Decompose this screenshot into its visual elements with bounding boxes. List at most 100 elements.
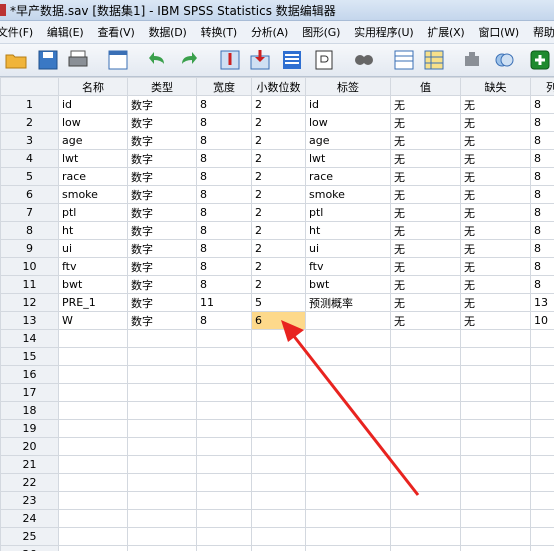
grid-cell[interactable] (251, 545, 306, 551)
grid-cell[interactable] (196, 329, 252, 348)
print-button[interactable] (66, 48, 90, 72)
grid-cell[interactable]: 数字 (127, 239, 197, 258)
grid-cell[interactable]: 8 (530, 275, 554, 294)
grid-cell[interactable]: 5 (251, 293, 306, 312)
grid-cell[interactable] (127, 455, 197, 474)
grid-cell[interactable] (530, 419, 554, 438)
column-header-7[interactable]: 列 (530, 77, 554, 96)
row-number[interactable]: 3 (0, 131, 59, 150)
save-button[interactable] (36, 48, 60, 72)
grid-cell[interactable] (390, 347, 461, 366)
grid-cell[interactable]: 2 (251, 239, 306, 258)
grid-cell[interactable]: 无 (390, 95, 461, 114)
grid-cell[interactable] (251, 473, 306, 492)
menu-item-1[interactable]: 编辑(E) (47, 24, 84, 40)
grid-cell[interactable]: 无 (460, 185, 531, 204)
grid-cell[interactable]: 2 (251, 185, 306, 204)
menu-item-5[interactable]: 分析(A) (251, 24, 288, 40)
grid-cell[interactable] (196, 545, 252, 551)
menu-item-3[interactable]: 数据(D) (149, 24, 187, 40)
grid-cell[interactable]: 无 (390, 167, 461, 186)
grid-cell[interactable] (58, 527, 128, 546)
grid-cell[interactable]: 数字 (127, 203, 197, 222)
row-number[interactable]: 9 (0, 239, 59, 258)
grid-cell[interactable]: lwt (58, 149, 128, 168)
grid-cell[interactable] (530, 455, 554, 474)
find-button[interactable] (352, 48, 376, 72)
grid-cell[interactable] (127, 365, 197, 384)
grid-cell[interactable]: 8 (196, 275, 252, 294)
grid-cell[interactable]: 2 (251, 95, 306, 114)
grid-cell[interactable] (58, 473, 128, 492)
split-file-button[interactable] (392, 48, 416, 72)
grid-cell[interactable]: ptl (305, 203, 391, 222)
grid-cell[interactable] (390, 527, 461, 546)
grid-cell[interactable]: 无 (390, 185, 461, 204)
grid-cell[interactable] (196, 401, 252, 420)
grid-cell[interactable]: PRE_1 (58, 293, 128, 312)
row-number[interactable]: 5 (0, 167, 59, 186)
grid-cell[interactable] (460, 491, 531, 510)
recall-dialog-button[interactable] (106, 48, 130, 72)
grid-cell[interactable]: 2 (251, 113, 306, 132)
row-number[interactable]: 20 (0, 437, 59, 456)
grid-cell[interactable]: 8 (196, 203, 252, 222)
grid-cell[interactable] (305, 347, 391, 366)
grid-cell[interactable]: 11 (196, 293, 252, 312)
grid-cell[interactable]: 数字 (127, 149, 197, 168)
grid-cell[interactable]: 数字 (127, 185, 197, 204)
row-number[interactable]: 15 (0, 347, 59, 366)
column-header-3[interactable]: 小数位数 (251, 77, 306, 96)
grid-cell[interactable] (196, 473, 252, 492)
grid-cell[interactable]: 无 (390, 149, 461, 168)
grid-cell[interactable] (305, 509, 391, 528)
column-header-4[interactable]: 标签 (305, 77, 391, 96)
grid-cell[interactable] (305, 527, 391, 546)
grid-cell[interactable]: 10 (530, 311, 554, 330)
grid-cell[interactable] (460, 347, 531, 366)
grid-cell[interactable] (58, 347, 128, 366)
row-number[interactable]: 13 (0, 311, 59, 330)
grid-cell[interactable]: ht (58, 221, 128, 240)
menu-item-8[interactable]: 扩展(X) (427, 24, 464, 40)
grid-cell[interactable] (196, 365, 252, 384)
grid-cell[interactable] (251, 437, 306, 456)
grid-cell[interactable] (305, 311, 391, 330)
grid-cell[interactable] (251, 509, 306, 528)
grid-cell[interactable]: 无 (390, 113, 461, 132)
grid-cell[interactable] (58, 455, 128, 474)
menu-item-6[interactable]: 图形(G) (302, 24, 340, 40)
grid-cell[interactable] (127, 545, 197, 551)
grid-cell[interactable] (530, 527, 554, 546)
grid-cell[interactable] (390, 329, 461, 348)
grid-cell[interactable]: 无 (460, 167, 531, 186)
grid-cell[interactable]: 2 (251, 149, 306, 168)
grid-cell[interactable]: 无 (390, 275, 461, 294)
row-number[interactable]: 8 (0, 221, 59, 240)
grid-cell[interactable] (58, 545, 128, 551)
grid-cell[interactable]: bwt (58, 275, 128, 294)
grid-cell[interactable] (251, 419, 306, 438)
value-labels-button[interactable] (492, 48, 516, 72)
grid-cell[interactable]: ftv (58, 257, 128, 276)
row-number[interactable]: 22 (0, 473, 59, 492)
grid-cell[interactable]: 2 (251, 257, 306, 276)
column-header-1[interactable]: 类型 (127, 77, 197, 96)
grid-cell[interactable]: 8 (530, 239, 554, 258)
grid-cell[interactable]: 无 (460, 113, 531, 132)
grid-cell[interactable] (305, 419, 391, 438)
grid-cell[interactable]: race (305, 167, 391, 186)
grid-cell[interactable] (390, 491, 461, 510)
grid-cell[interactable] (530, 329, 554, 348)
grid-cell[interactable]: 无 (460, 293, 531, 312)
grid-cell[interactable] (530, 365, 554, 384)
grid-cell[interactable]: 数字 (127, 275, 197, 294)
grid-cell[interactable] (390, 401, 461, 420)
grid-cell[interactable]: 8 (530, 149, 554, 168)
row-number[interactable]: 7 (0, 203, 59, 222)
variables-button[interactable] (280, 48, 304, 72)
grid-cell[interactable]: 预测概率 (305, 293, 391, 312)
grid-cell[interactable]: 无 (460, 221, 531, 240)
undo-button[interactable] (146, 48, 170, 72)
grid-cell[interactable] (251, 455, 306, 474)
